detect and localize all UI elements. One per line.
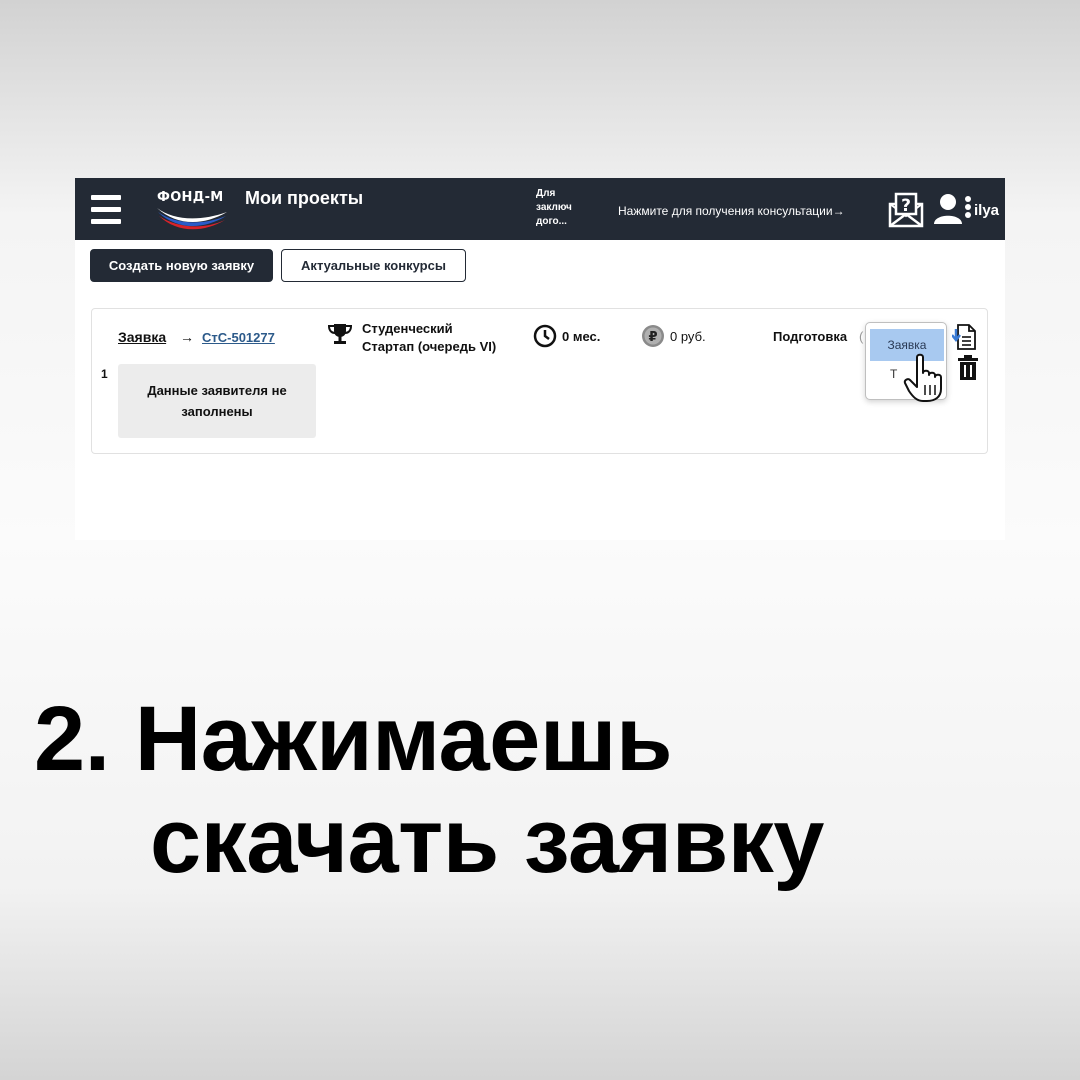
svg-text:₽: ₽ — [648, 330, 657, 345]
create-application-button[interactable]: Создать новую заявку — [90, 249, 273, 282]
hand-pointer-cursor-icon — [903, 353, 942, 402]
status-suffix: ( — [859, 329, 864, 344]
amount-value: 0 руб. — [670, 329, 706, 344]
logo-text: ФОНД-М — [157, 190, 224, 205]
username[interactable]: ilya — [974, 202, 999, 219]
contract-note[interactable]: Для заключ дого... — [536, 187, 586, 229]
clock-icon — [533, 324, 557, 348]
consultation-envelope-icon[interactable]: ? — [887, 190, 925, 228]
page-title: Мои проекты — [245, 188, 364, 208]
hamburger-menu-icon[interactable] — [91, 195, 121, 224]
logo-flag-swoosh-icon — [157, 208, 227, 230]
applicant-data-status[interactable]: Данные заявителя не заполнены — [118, 364, 316, 438]
instruction-caption: 2. Нажимаешь скачать заявку — [34, 688, 1054, 892]
app-screenshot: ФОНД-М Мои проекты Для заключ дого... На… — [75, 178, 1005, 540]
status-label: Подготовка — [773, 329, 848, 344]
arrow-separator: → — [180, 329, 194, 345]
trophy-icon — [328, 324, 352, 344]
fond-logo[interactable]: ФОНД-М — [155, 190, 233, 232]
download-second-option[interactable]: Т — [890, 367, 897, 381]
trash-icon[interactable] — [957, 355, 979, 381]
consultation-link[interactable]: Нажмите для получения консультации→ — [618, 204, 845, 218]
application-card: 1 Заявка → СтС-501277 Данные заявителя н… — [91, 308, 988, 454]
application-link[interactable]: Заявка — [118, 329, 166, 345]
caption-line-2: скачать заявку — [150, 790, 824, 892]
duration-value: 0 мес. — [562, 329, 601, 344]
caption-line-1: 2. Нажимаешь — [34, 688, 673, 790]
user-icon[interactable] — [933, 193, 963, 225]
more-vertical-icon[interactable] — [964, 196, 972, 220]
application-code-link[interactable]: СтС-501277 — [202, 330, 275, 345]
download-icon[interactable] — [952, 323, 978, 351]
svg-text:?: ? — [901, 196, 911, 216]
contest-name: Студенческий Стартап (очередь VI) — [362, 321, 497, 354]
ruble-icon: ₽ — [642, 325, 664, 347]
row-number: 1 — [101, 367, 108, 381]
current-contests-button[interactable]: Актуальные конкурсы — [281, 249, 466, 282]
top-navbar: ФОНД-М Мои проекты Для заключ дого... На… — [75, 178, 1005, 240]
